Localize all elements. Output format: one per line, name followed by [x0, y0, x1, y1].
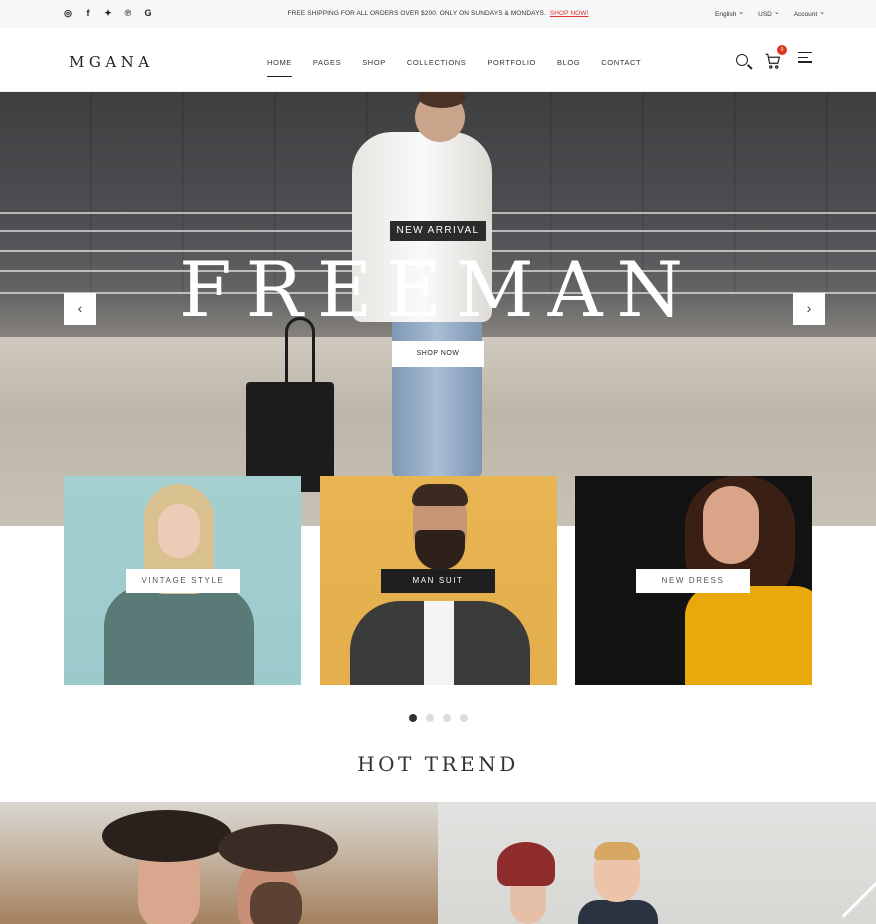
category-label[interactable]: NEW DRESS [636, 569, 750, 593]
banner-image-hat [102, 810, 232, 862]
category-card-dress[interactable]: NEW DRESS [575, 476, 812, 685]
carousel-dots [409, 714, 468, 722]
nav-portfolio[interactable]: PORTFOLIO [487, 58, 536, 67]
account-menu[interactable]: Account [794, 10, 825, 18]
card-image-face [703, 486, 759, 564]
nav-collections[interactable]: COLLECTIONS [407, 58, 467, 67]
category-label[interactable]: VINTAGE STYLE [126, 569, 240, 593]
nav-shop[interactable]: SHOP [362, 58, 386, 67]
banner-image-body [578, 900, 658, 924]
hero-slider: NEW ARRIVAL FREEMAN SHOP NOW ‹ › [0, 92, 876, 526]
hero-headline: FREEMAN [178, 245, 698, 334]
top-right-menu: English USD Account [715, 10, 825, 18]
nav-blog[interactable]: BLOG [557, 58, 580, 67]
card-image-face [158, 504, 200, 558]
banner-image-hair [594, 842, 640, 860]
menu-icon[interactable] [798, 52, 816, 70]
site-logo[interactable]: MGANA [69, 53, 154, 71]
carousel-dot[interactable] [443, 714, 451, 722]
banner-image-hat [218, 824, 338, 872]
language-select[interactable]: English [715, 10, 744, 18]
category-card-vintage[interactable]: VINTAGE STYLE [64, 476, 301, 685]
carousel-dot[interactable] [426, 714, 434, 722]
banner-image-hat [497, 842, 555, 886]
card-image-beard [415, 530, 465, 570]
main-nav: HOME PAGES SHOP COLLECTIONS PORTFOLIO BL… [267, 58, 662, 77]
carousel-dot[interactable] [409, 714, 417, 722]
nav-home[interactable]: HOME [267, 58, 292, 77]
carousel-dot[interactable] [460, 714, 468, 722]
cart-count-badge: 0 [777, 45, 787, 55]
top-bar: ◎ f ✦ ℗ G FREE SHIPPING FOR ALL ORDERS O… [0, 0, 876, 28]
card-image-coat [104, 586, 254, 685]
category-card-suit[interactable]: MAN SUIT [320, 476, 557, 685]
nav-pages[interactable]: PAGES [313, 58, 341, 67]
card-image-hair [412, 484, 468, 506]
banner-image-shadow [250, 882, 302, 924]
decorative-stripe [841, 873, 876, 918]
trend-banner-kids[interactable] [438, 802, 876, 924]
section-title: HOT TREND [357, 752, 519, 776]
card-image-dress [685, 586, 812, 685]
hero-tag: NEW ARRIVAL [390, 221, 486, 241]
site-header: MGANA HOME PAGES SHOP COLLECTIONS PORTFO… [0, 28, 876, 92]
promo-shop-link[interactable]: SHOP NOW! [550, 10, 589, 17]
next-slide-arrow-icon[interactable]: › [793, 293, 825, 325]
header-actions: 0 [736, 45, 816, 70]
prev-slide-arrow-icon[interactable]: ‹ [64, 293, 96, 325]
promo-text: FREE SHIPPING FOR ALL ORDERS OVER $200. … [287, 10, 546, 17]
trend-banner-couple[interactable] [0, 802, 438, 924]
search-icon[interactable] [736, 53, 748, 66]
nav-contact[interactable]: CONTACT [601, 58, 641, 67]
shop-now-button[interactable]: SHOP NOW [392, 341, 484, 367]
currency-select[interactable]: USD [758, 10, 780, 18]
category-label[interactable]: MAN SUIT [381, 569, 495, 593]
card-image-shirt [424, 601, 454, 685]
cart-icon[interactable]: 0 [764, 45, 787, 70]
